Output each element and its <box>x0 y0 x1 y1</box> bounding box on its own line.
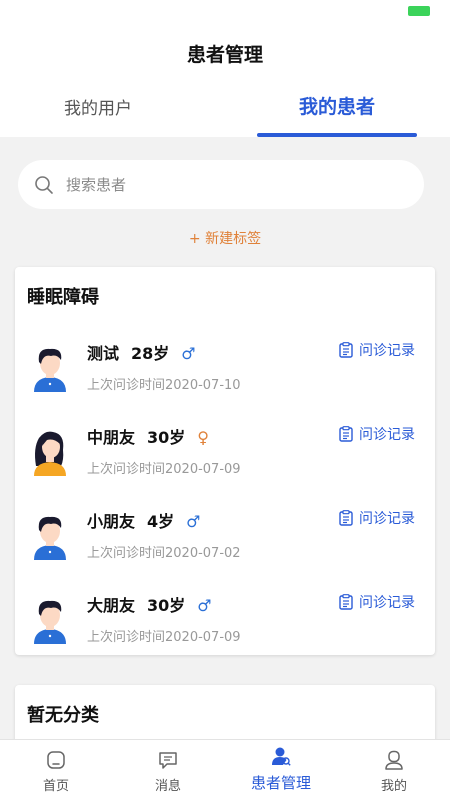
page-title: 患者管理 <box>186 44 263 66</box>
clipboard-icon <box>339 594 353 610</box>
group-title: 睡眠障碍 <box>27 287 99 308</box>
group-title: 暂无分类 <box>27 705 99 726</box>
male-gender-icon: ♂ <box>186 512 201 531</box>
record-label: 问诊记录 <box>359 427 415 443</box>
patient-item[interactable]: 大朋友 30岁 ♂ 上次问诊时间2020-07-09 问诊记录 <box>15 586 435 670</box>
male-gender-icon: ♂ <box>197 596 212 615</box>
last-visit-time: 上次问诊时间2020-07-10 <box>87 378 241 393</box>
status-bar <box>0 0 450 26</box>
consultation-record-button[interactable]: 问诊记录 <box>339 424 415 444</box>
record-label: 问诊记录 <box>359 595 415 611</box>
message-icon <box>159 752 177 769</box>
record-label: 问诊记录 <box>359 511 415 527</box>
search-placeholder: 搜索患者 <box>66 176 127 194</box>
nav-item-profile[interactable]: 我的 <box>338 740 450 800</box>
home-icon <box>47 751 65 769</box>
patient-name: 测试 <box>87 344 120 363</box>
tab-my-patients[interactable]: 我的患者 <box>257 92 417 119</box>
male-avatar-icon <box>34 600 66 644</box>
patient-name: 大朋友 <box>87 596 136 615</box>
patient-item[interactable]: 小朋友 4岁 ♂ 上次问诊时间2020-07-02 问诊记录 <box>15 502 435 586</box>
last-visit-time: 上次问诊时间2020-07-02 <box>87 546 241 561</box>
patient-age: 4岁 <box>147 512 175 531</box>
tab-active-indicator <box>257 133 417 137</box>
clipboard-icon <box>339 426 353 442</box>
new-tag-button[interactable]: + 新建标签 <box>0 228 450 248</box>
patient-info: 中朋友 30岁 ♀ <box>87 424 221 448</box>
male-gender-icon: ♂ <box>181 344 196 363</box>
male-avatar-icon <box>34 516 66 560</box>
last-visit-time: 上次问诊时间2020-07-09 <box>87 630 241 645</box>
search-icon <box>35 176 53 194</box>
nav-item-patient-management[interactable]: 患者管理 <box>225 740 337 800</box>
patient-age: 30岁 <box>147 428 186 447</box>
header: 患者管理 我的用户 我的患者 <box>0 26 450 137</box>
female-avatar-icon <box>34 431 66 476</box>
consultation-record-button[interactable]: 问诊记录 <box>339 340 415 360</box>
patient-age: 30岁 <box>147 596 186 615</box>
patient-age: 28岁 <box>131 344 170 363</box>
group-card-sleep-disorder: 睡眠障碍 测试 28岁 ♂ 上次问诊时间2020-07-10 问诊记录 中朋友 … <box>15 267 435 655</box>
female-gender-icon: ♀ <box>197 428 210 447</box>
male-avatar-icon <box>34 348 66 392</box>
nav-label: 患者管理 <box>250 774 311 792</box>
patient-manage-icon <box>272 747 291 766</box>
patient-name: 小朋友 <box>87 512 136 531</box>
patient-item[interactable]: 中朋友 30岁 ♀ 上次问诊时间2020-07-09 问诊记录 <box>15 418 435 502</box>
battery-icon <box>408 6 430 16</box>
clipboard-icon <box>339 342 353 358</box>
nav-label: 首页 <box>42 779 69 794</box>
last-visit-time: 上次问诊时间2020-07-09 <box>87 462 241 477</box>
nav-label: 我的 <box>380 779 407 794</box>
profile-icon <box>385 750 403 770</box>
nav-item-messages[interactable]: 消息 <box>112 740 224 800</box>
patient-name: 中朋友 <box>87 428 136 447</box>
tab-my-users[interactable]: 我的用户 <box>18 94 178 119</box>
patient-info: 大朋友 30岁 ♂ <box>87 592 224 616</box>
clipboard-icon <box>339 510 353 526</box>
patient-item[interactable]: 测试 28岁 ♂ 上次问诊时间2020-07-10 问诊记录 <box>15 334 435 418</box>
group-card-uncategorized: 暂无分类 <box>15 685 435 745</box>
patient-info: 测试 28岁 ♂ <box>87 340 208 364</box>
consultation-record-button[interactable]: 问诊记录 <box>339 508 415 528</box>
record-label: 问诊记录 <box>359 343 415 359</box>
search-input[interactable]: 搜索患者 <box>18 160 424 209</box>
nav-item-home[interactable]: 首页 <box>0 740 112 800</box>
consultation-record-button[interactable]: 问诊记录 <box>339 592 415 612</box>
patient-info: 小朋友 4岁 ♂ <box>87 508 213 532</box>
nav-label: 消息 <box>154 779 181 794</box>
bottom-nav: 首页 消息 患者管理 我的 <box>0 739 450 800</box>
